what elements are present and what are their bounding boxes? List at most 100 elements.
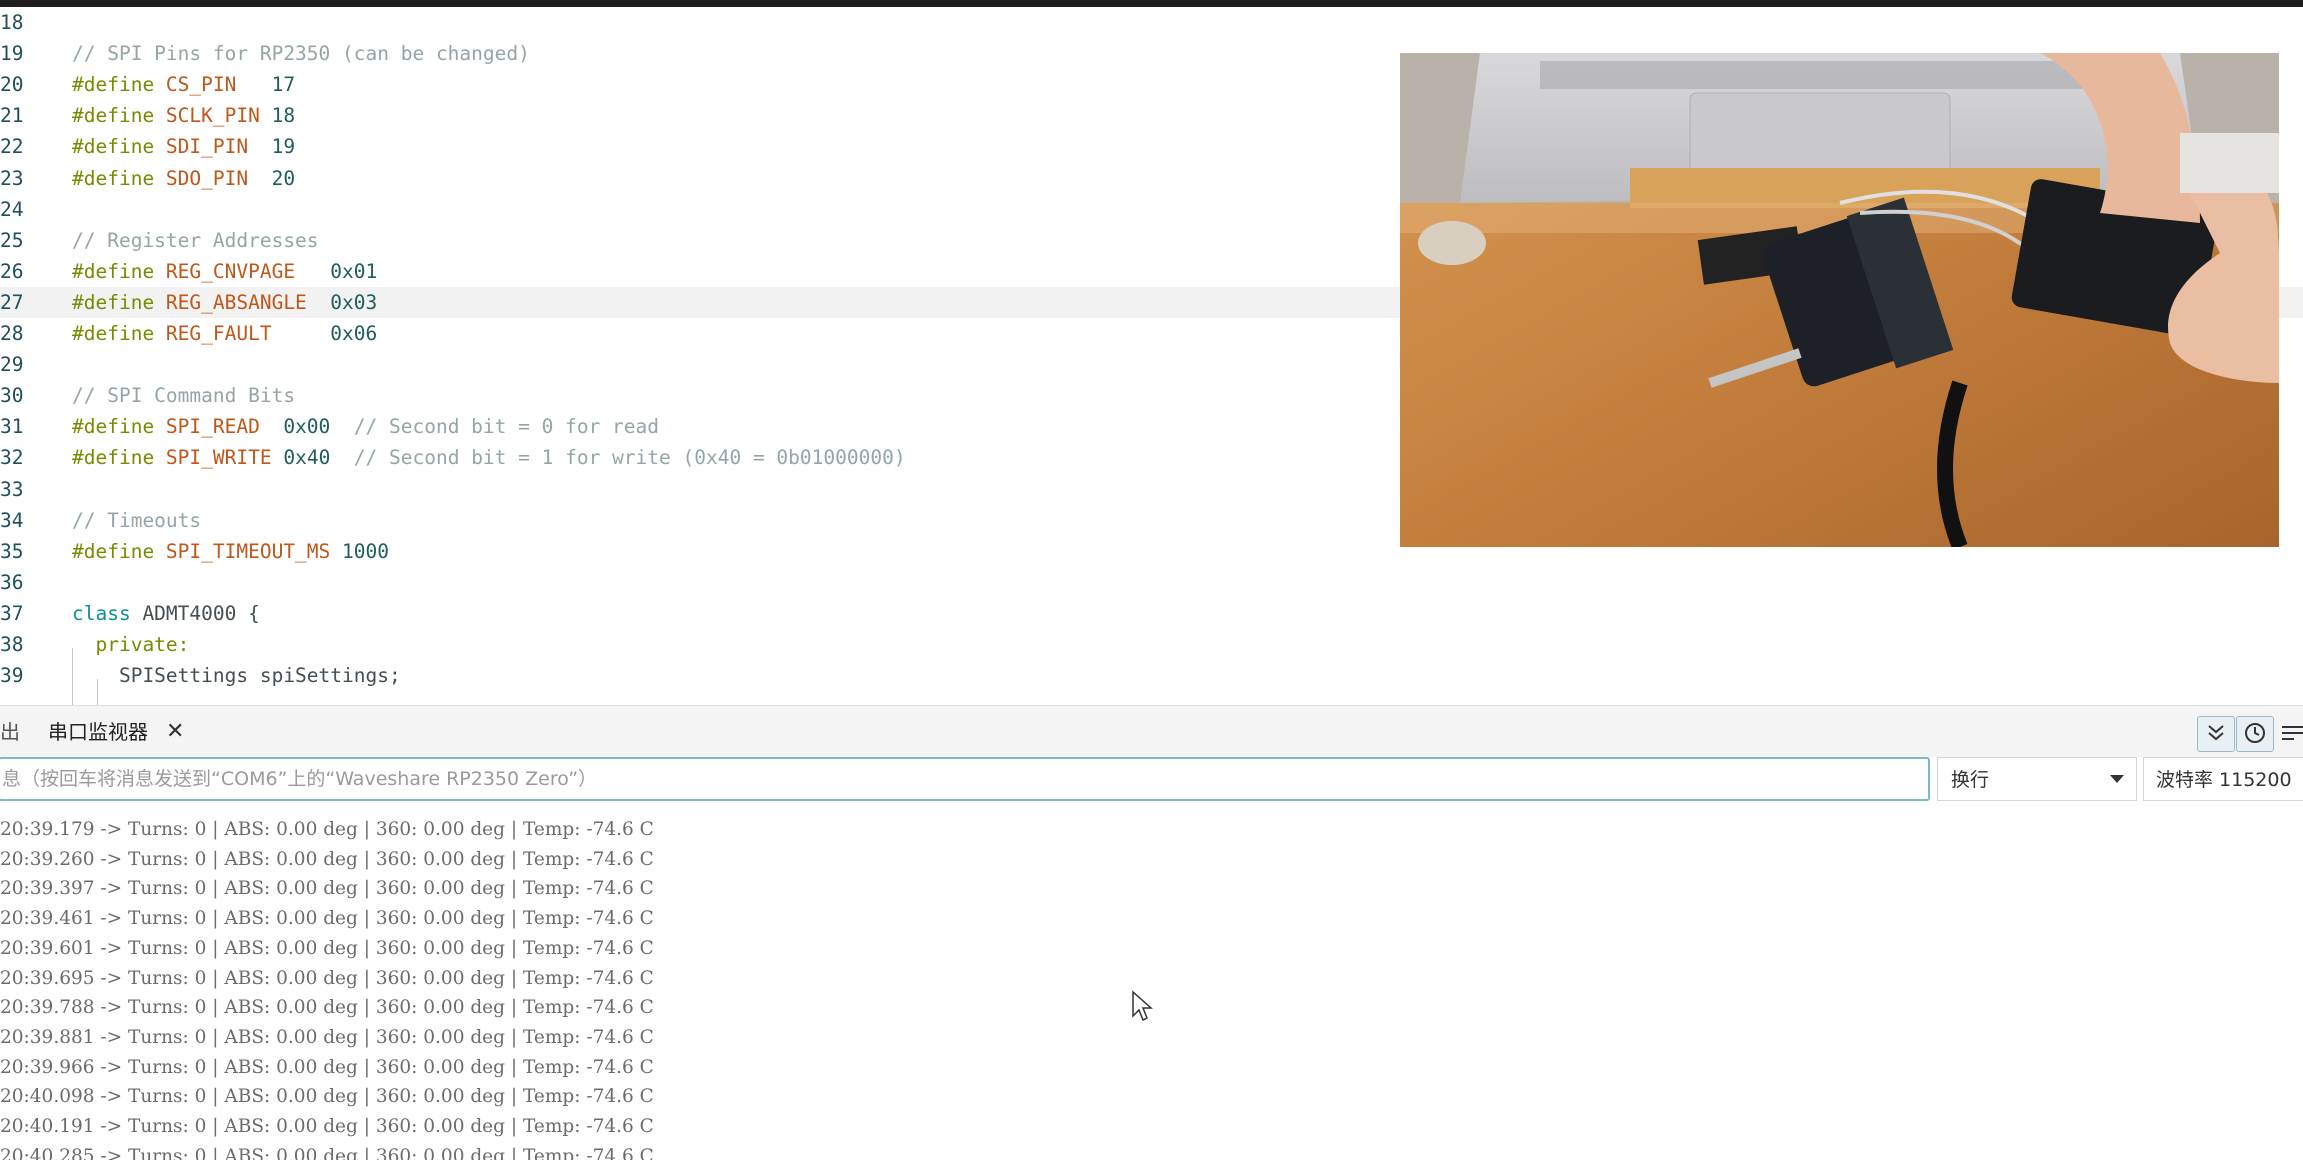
line-number: 28 [0,322,24,345]
tab-output[interactable]: 出 [0,706,20,758]
line-number: 21 [0,104,24,128]
code-token: // Second bit = 0 for read [330,415,660,439]
double-chevron-down-icon[interactable] [2197,716,2235,752]
line-number: 33 [0,477,24,501]
line-number: 20 [0,73,24,97]
code-text: // Timeouts [72,505,201,536]
code-text: #define CS_PIN 17 [72,69,295,100]
serial-line: 20:39.601 -> Turns: 0 | ABS: 0.00 deg | … [0,937,654,959]
mouse-cursor-icon [1131,990,1153,1028]
code-line[interactable]: 37 class ADMT4000 { [0,598,2303,629]
close-icon[interactable]: ✕ [166,706,184,758]
serial-line: 20:39.260 -> Turns: 0 | ABS: 0.00 deg | … [0,848,654,870]
line-number: 34 [0,508,24,532]
serial-line: 20:40.098 -> Turns: 0 | ABS: 0.00 deg | … [0,1086,654,1108]
code-text: #define SPI_WRITE 0x40 // Second bit = 1… [72,442,906,473]
serial-output[interactable]: 20:39.179 -> Turns: 0 | ABS: 0.00 deg | … [0,812,2303,1160]
code-token: SPI_READ [165,415,260,439]
code-token: 0x40 [283,446,331,470]
code-text: #define SCLK_PIN 18 [72,100,295,131]
code-token: REG_FAULT [165,322,272,345]
code-text: private: [72,629,189,660]
code-text: #define REG_CNVPAGE 0x01 [72,256,377,287]
line-number: 26 [0,259,24,283]
line-number: 36 [0,570,24,594]
code-token: 0x00 [283,415,331,439]
code-text: class ADMT4000 { [72,598,260,629]
code-text: // Register Addresses [72,225,319,256]
serial-line: 20:39.695 -> Turns: 0 | ABS: 0.00 deg | … [0,967,654,989]
line-number: 22 [0,135,24,159]
window-top-border [0,0,2303,7]
line-number: 35 [0,539,24,563]
code-token: #define [72,259,166,283]
code-line[interactable]: 36 [0,567,2303,598]
line-number: 30 [0,384,24,408]
code-token: #define [72,73,166,97]
code-token: 0x06 [330,322,378,345]
code-token: SDI_PIN [165,135,249,159]
line-number: 38 [0,633,24,656]
serial-line: 20:40.285 -> Turns: 0 | ABS: 0.00 deg | … [0,1145,654,1160]
code-line[interactable]: 39 SPISettings spiSettings; [0,660,2303,691]
line-number: 29 [0,353,24,377]
clock-icon[interactable] [2236,716,2274,752]
line-number: 25 [0,228,24,252]
code-text: #define REG_FAULT 0x06 [72,318,377,349]
code-text: #define REG_ABSANGLE 0x03 [72,287,377,318]
code-token: ADMT4000 { [130,601,260,625]
line-number: 19 [0,42,24,66]
code-text: SPISettings spiSettings; [72,660,401,691]
serial-line: 20:40.191 -> Turns: 0 | ABS: 0.00 deg | … [0,1116,654,1137]
baud-rate-select[interactable]: 波特率 115200 [2143,757,2303,801]
tab-serial-monitor[interactable]: 串口监视器 [48,706,148,758]
serial-line: 20:39.966 -> Turns: 0 | ABS: 0.00 deg | … [0,1056,654,1078]
line-number: 37 [0,601,24,625]
webcam-video-overlay [1400,53,2279,547]
code-token: private: [95,633,190,656]
code-token: #define [72,104,166,128]
code-token: SPI_WRITE [165,446,272,470]
code-token: #define [72,135,166,159]
code-token: 19 [271,135,296,159]
line-number: 31 [0,415,24,439]
code-token: // SPI Pins for RP2350 (can be changed) [72,42,530,66]
serial-line: 20:39.881 -> Turns: 0 | ABS: 0.00 deg | … [0,1026,654,1048]
code-token: // Timeouts [72,508,202,532]
line-number: 39 [0,664,24,688]
indent-guide [97,679,98,705]
code-token: CS_PIN [165,73,237,97]
code-token: #define [72,415,166,439]
code-token: #define [72,290,166,314]
line-number: 18 [0,11,24,34]
line-number: 23 [0,166,24,190]
line-number: 27 [0,290,24,314]
code-token: SPI_TIMEOUT_MS [165,539,331,563]
code-token: 17 [271,73,296,97]
code-line[interactable]: 38 private: [0,629,2303,660]
clear-output-icon[interactable] [2278,716,2303,750]
serial-line: 20:39.179 -> Turns: 0 | ABS: 0.00 deg | … [0,819,654,840]
code-text: // SPI Pins for RP2350 (can be changed) [72,38,530,69]
line-ending-value: 换行 [1951,769,1990,791]
code-token: #define [72,446,166,470]
line-ending-select[interactable]: 换行 [1937,757,2137,801]
caret-down-icon [2110,775,2124,783]
code-token: 20 [271,166,296,190]
code-token: 0x01 [330,259,378,283]
serial-line: 20:39.461 -> Turns: 0 | ABS: 0.00 deg | … [0,908,654,930]
line-number: 32 [0,446,24,470]
code-line[interactable]: 18 [0,7,2303,38]
code-token: SDO_PIN [165,166,249,190]
serial-message-input[interactable]: 息（按回车将消息发送到“COM6”上的“Waveshare RP2350 Zer… [0,757,1930,801]
